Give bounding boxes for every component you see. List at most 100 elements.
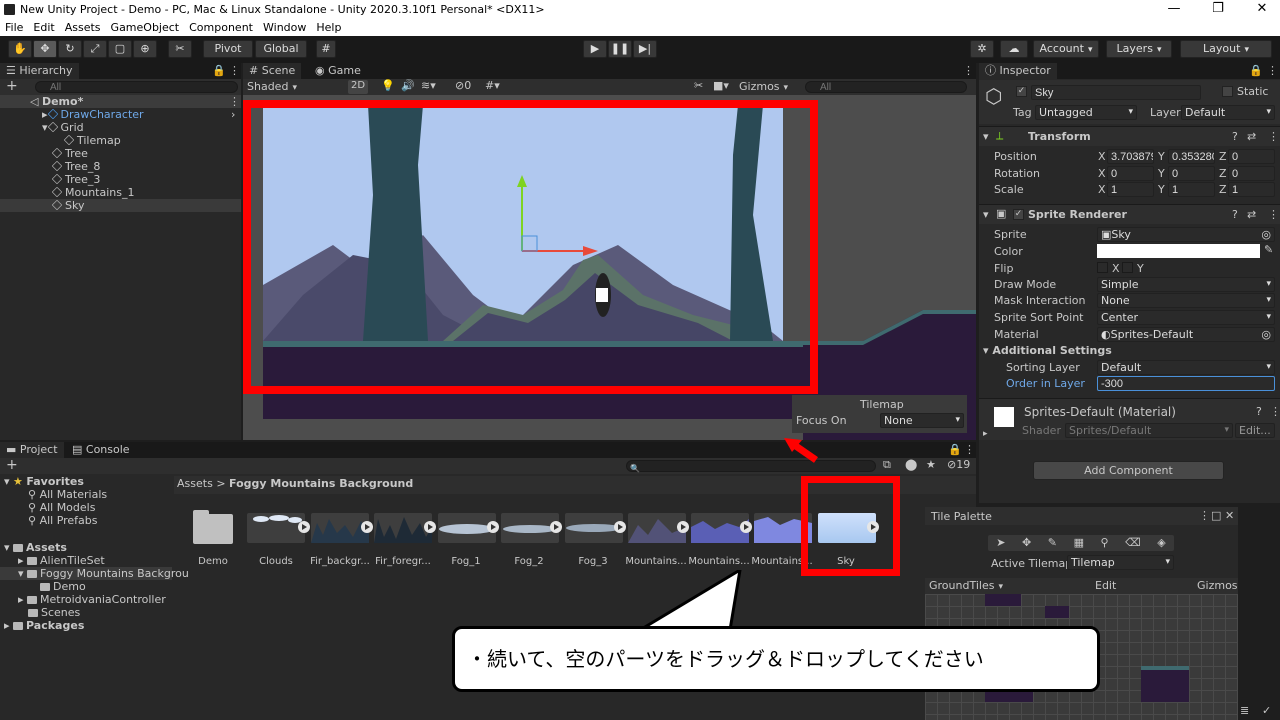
filter-label-icon[interactable]: ⬤ [905,458,917,471]
hand-tool-button[interactable]: ✋ [8,40,32,58]
palette-gizmos-button[interactable]: Gizmos [1197,579,1238,592]
eyedropper-icon[interactable]: ✎ [1264,243,1273,256]
fill-tool-icon[interactable]: ◈ [1157,535,1165,551]
active-checkbox[interactable]: ✓ [1016,86,1027,97]
hierarchy-item-tree[interactable]: Tree [0,147,241,160]
move-tool-button[interactable]: ✥ [33,40,57,58]
edit-palette-button[interactable]: Edit [1095,579,1116,592]
additional-settings-foldout[interactable]: ▾ Additional Settings [983,344,1112,357]
expand-asset-icon[interactable] [361,521,373,533]
2d-toggle[interactable]: 2D [348,80,368,94]
folder-item-selected[interactable]: ▾ Foggy Mountains Backgrou [0,567,189,580]
eraser-tool-icon[interactable]: ⌫ [1125,535,1141,551]
box-fill-tool-icon[interactable]: ▦ [1074,535,1084,551]
order-in-layer-field[interactable] [1097,376,1275,391]
effects-icon[interactable]: ≋▾ [421,79,436,92]
search-input[interactable]: 🔍 [626,460,876,473]
expand-asset-icon[interactable] [550,521,562,533]
custom-tool-button[interactable]: ✂ [168,40,192,58]
asset-folder-demo[interactable] [193,510,233,544]
expand-asset-icon[interactable] [487,521,499,533]
panel-menu-icon[interactable]: ⋮ [1267,64,1278,77]
folder-item[interactable]: Demo [0,580,172,593]
panel-menu-icon[interactable]: ⋮ [229,64,240,77]
tab-inspector[interactable]: ⓘ Inspector [979,63,1057,79]
folder-item[interactable]: Scenes [0,606,172,619]
close-icon[interactable]: ✕ [1225,509,1234,522]
hierarchy-item-mountains-1[interactable]: Mountains_1 [0,186,241,199]
folder-item[interactable]: ▸ MetroidvaniaController [0,593,172,606]
help-icon[interactable]: ? [1232,208,1238,221]
account-dropdown[interactable]: Account [1033,40,1099,58]
panel-menu-icon[interactable]: ⋮ [963,64,974,77]
menu-edit[interactable]: Edit [33,20,54,36]
step-button[interactable]: ▶| [633,40,657,58]
rotate-tool-button[interactable]: ↻ [58,40,82,58]
hierarchy-search-input[interactable] [35,81,238,93]
expand-asset-icon[interactable] [614,521,626,533]
expand-asset-icon[interactable] [424,521,436,533]
minimize-button[interactable]: — [1156,0,1192,20]
create-button[interactable]: + [6,79,18,94]
lock-icon[interactable]: 🔒 [948,443,962,456]
expand-asset-icon[interactable] [740,521,752,533]
hierarchy-item-grid[interactable]: ▾ Grid [0,121,241,134]
menu-gameobject[interactable]: GameObject [111,20,180,36]
transform-header[interactable]: ▾ ⟂ Transform ? ⇄ ⋮ [979,126,1280,146]
focus-on-dropdown[interactable]: None [880,413,964,428]
position-y-field[interactable] [1168,149,1215,164]
expand-asset-icon[interactable] [677,521,689,533]
hierarchy-scene-row[interactable]: ◁ Demo* ⋮ [0,95,241,108]
scale-tool-button[interactable]: ⤢ [83,40,107,58]
object-picker-icon[interactable]: ◎ [1261,328,1271,341]
tab-scene[interactable]: # Scene [243,63,302,79]
expand-asset-icon[interactable] [298,521,310,533]
menu-window[interactable]: Window [263,20,306,36]
close-button[interactable]: ✕ [1244,0,1280,20]
component-menu-icon[interactable]: ⋮ [1268,130,1279,143]
mask-interaction-dropdown[interactable]: None [1097,293,1275,308]
component-enabled-checkbox[interactable]: ✓ [1013,209,1024,220]
layer-dropdown[interactable]: Default [1181,105,1275,120]
tab-console[interactable]: ▤ Console [66,442,136,458]
sorting-layer-dropdown[interactable]: Default [1097,360,1275,375]
object-name-input[interactable] [1031,85,1201,100]
collab-icon[interactable]: ✲ [970,40,994,58]
packages-header[interactable]: ▸ Packages [0,619,172,632]
draw-mode-dropdown[interactable]: Simple [1097,277,1275,292]
menu-help[interactable]: Help [316,20,341,36]
menu-component[interactable]: Component [189,20,253,36]
help-icon[interactable]: ? [1256,405,1262,418]
flip-x-checkbox[interactable] [1097,262,1108,273]
shader-dropdown[interactable]: Sprites/Default [1065,423,1233,438]
lighting-icon[interactable]: 💡 [381,79,395,92]
edit-shader-button[interactable]: Edit... [1235,423,1275,438]
color-swatch[interactable] [1097,244,1260,258]
cloud-icon[interactable]: ☁ [1000,40,1028,58]
maximize-icon[interactable]: □ [1211,509,1221,522]
picker-tool-icon[interactable]: ⚲ [1101,535,1109,551]
folder-item[interactable]: ▸ AlienTileSet [0,554,172,567]
gizmos-dropdown[interactable]: Gizmos [739,80,797,93]
snap-button[interactable]: # [316,40,336,58]
static-checkbox[interactable] [1222,86,1233,97]
global-button[interactable]: Global [255,40,307,58]
sprite-field[interactable]: ▣Sky ◎ [1097,227,1275,242]
rotation-y-field[interactable] [1168,166,1215,181]
pause-button[interactable]: ❚❚ [608,40,632,58]
component-menu-icon[interactable]: ⋮ [1270,405,1280,418]
tab-game[interactable]: ◉ Game [309,63,367,79]
hierarchy-item-tree-8[interactable]: Tree_8 [0,160,241,173]
brush-tool-icon[interactable]: ✎ [1048,535,1057,551]
breadcrumb-current[interactable]: Foggy Mountains Background [229,477,413,490]
tools-icon[interactable]: ✂ [694,79,703,92]
panel-menu-icon[interactable]: ⋮ [964,443,975,456]
select-tool-icon[interactable]: ➤ [996,535,1005,551]
grid-icon[interactable]: #▾ [485,79,500,92]
layers-dropdown[interactable]: Layers [1106,40,1172,58]
panel-menu-icon[interactable]: ⋮ [1199,509,1210,522]
asset-thumb-clouds[interactable] [247,513,305,543]
sprite-sort-point-dropdown[interactable]: Center [1097,310,1275,325]
scene-viewport[interactable]: Tilemap Focus On None [243,95,976,440]
object-picker-icon[interactable]: ◎ [1261,228,1271,241]
